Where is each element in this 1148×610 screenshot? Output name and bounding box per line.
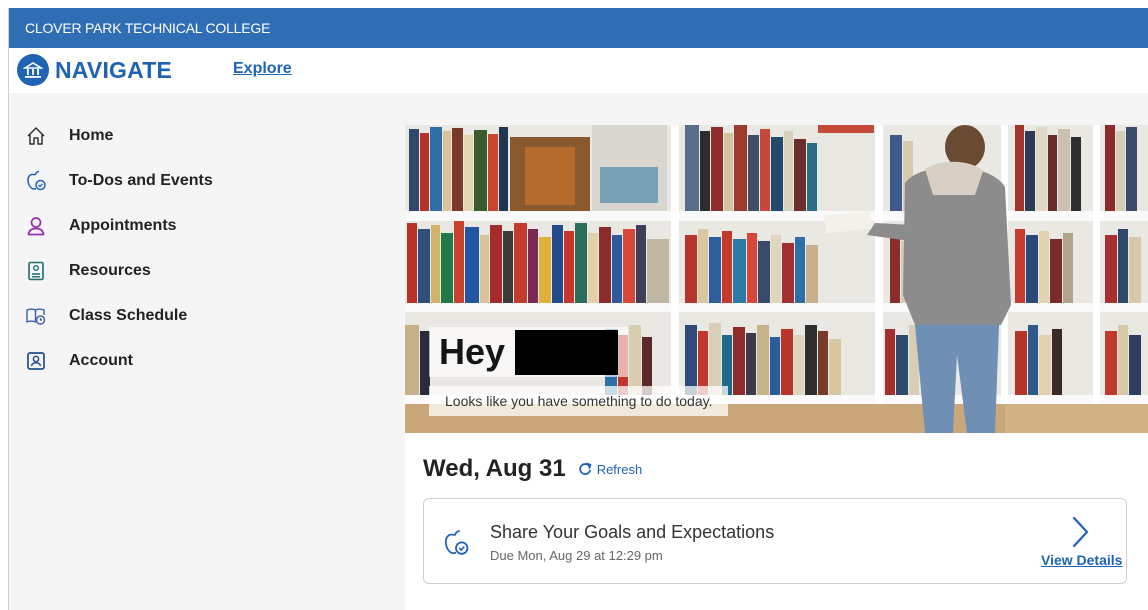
navigate-logo[interactable]: NAVIGATE (17, 54, 172, 86)
todo-due-date: Due Mon, Aug 29 at 12:29 pm (490, 548, 663, 563)
sidebar-item-label: Account (69, 352, 133, 369)
sidebar-item-label: Home (69, 127, 114, 144)
home-icon (25, 125, 47, 147)
app-frame: CLOVER PARK TECHNICAL COLLEGE NAVIGATE E… (8, 8, 1148, 610)
institution-bar: CLOVER PARK TECHNICAL COLLEGE (9, 8, 1148, 48)
hero-banner: Hey Looks like you have something to do … (405, 125, 1148, 433)
top-navbar: NAVIGATE Explore (9, 48, 1148, 93)
explore-link[interactable]: Explore (233, 60, 292, 78)
sidebar-item-todos[interactable]: To-Dos and Events (25, 167, 213, 195)
sidebar-item-label: To-Dos and Events (69, 172, 213, 189)
subtitle-box: Looks like you have something to do toda… (429, 386, 729, 416)
refresh-button[interactable]: Refresh (578, 461, 643, 477)
todo-card[interactable]: Share Your Goals and Expectations Due Mo… (423, 498, 1127, 584)
sidebar-item-resources[interactable]: Resources (25, 257, 151, 285)
redacted-name (515, 329, 619, 375)
main-content: Hey Looks like you have something to do … (405, 125, 1148, 610)
sidebar-item-appointments[interactable]: Appointments (25, 212, 177, 240)
logo-text: NAVIGATE (55, 56, 173, 83)
building-logo-icon (17, 54, 49, 86)
greeting-box: Hey (429, 327, 629, 377)
sidebar-item-label: Resources (69, 262, 151, 279)
person-icon (25, 215, 47, 237)
todo-title: Share Your Goals and Expectations (490, 522, 775, 542)
current-date: Wed, Aug 31 (423, 455, 566, 482)
sidebar-item-home[interactable]: Home (25, 122, 113, 150)
sidebar-item-label: Class Schedule (69, 307, 188, 324)
sidebar-item-label: Appointments (69, 217, 177, 234)
refresh-icon (579, 462, 591, 475)
view-details-link[interactable]: View Details (1041, 552, 1122, 568)
resource-book-icon (25, 260, 47, 282)
chevron-right-icon[interactable] (1068, 515, 1092, 549)
greeting-subtitle: Looks like you have something to do toda… (445, 393, 713, 409)
apple-check-icon (25, 170, 47, 192)
sidebar-item-class-schedule[interactable]: Class Schedule (25, 302, 187, 330)
institution-name: CLOVER PARK TECHNICAL COLLEGE (25, 20, 271, 36)
greeting-text: Hey (439, 331, 506, 372)
refresh-label: Refresh (596, 461, 643, 477)
apple-check-icon (442, 529, 470, 557)
account-card-icon (25, 350, 47, 372)
date-header: Wed, Aug 31 Refresh (423, 455, 642, 483)
class-schedule-icon (25, 305, 47, 327)
sidebar-item-account[interactable]: Account (25, 347, 133, 375)
